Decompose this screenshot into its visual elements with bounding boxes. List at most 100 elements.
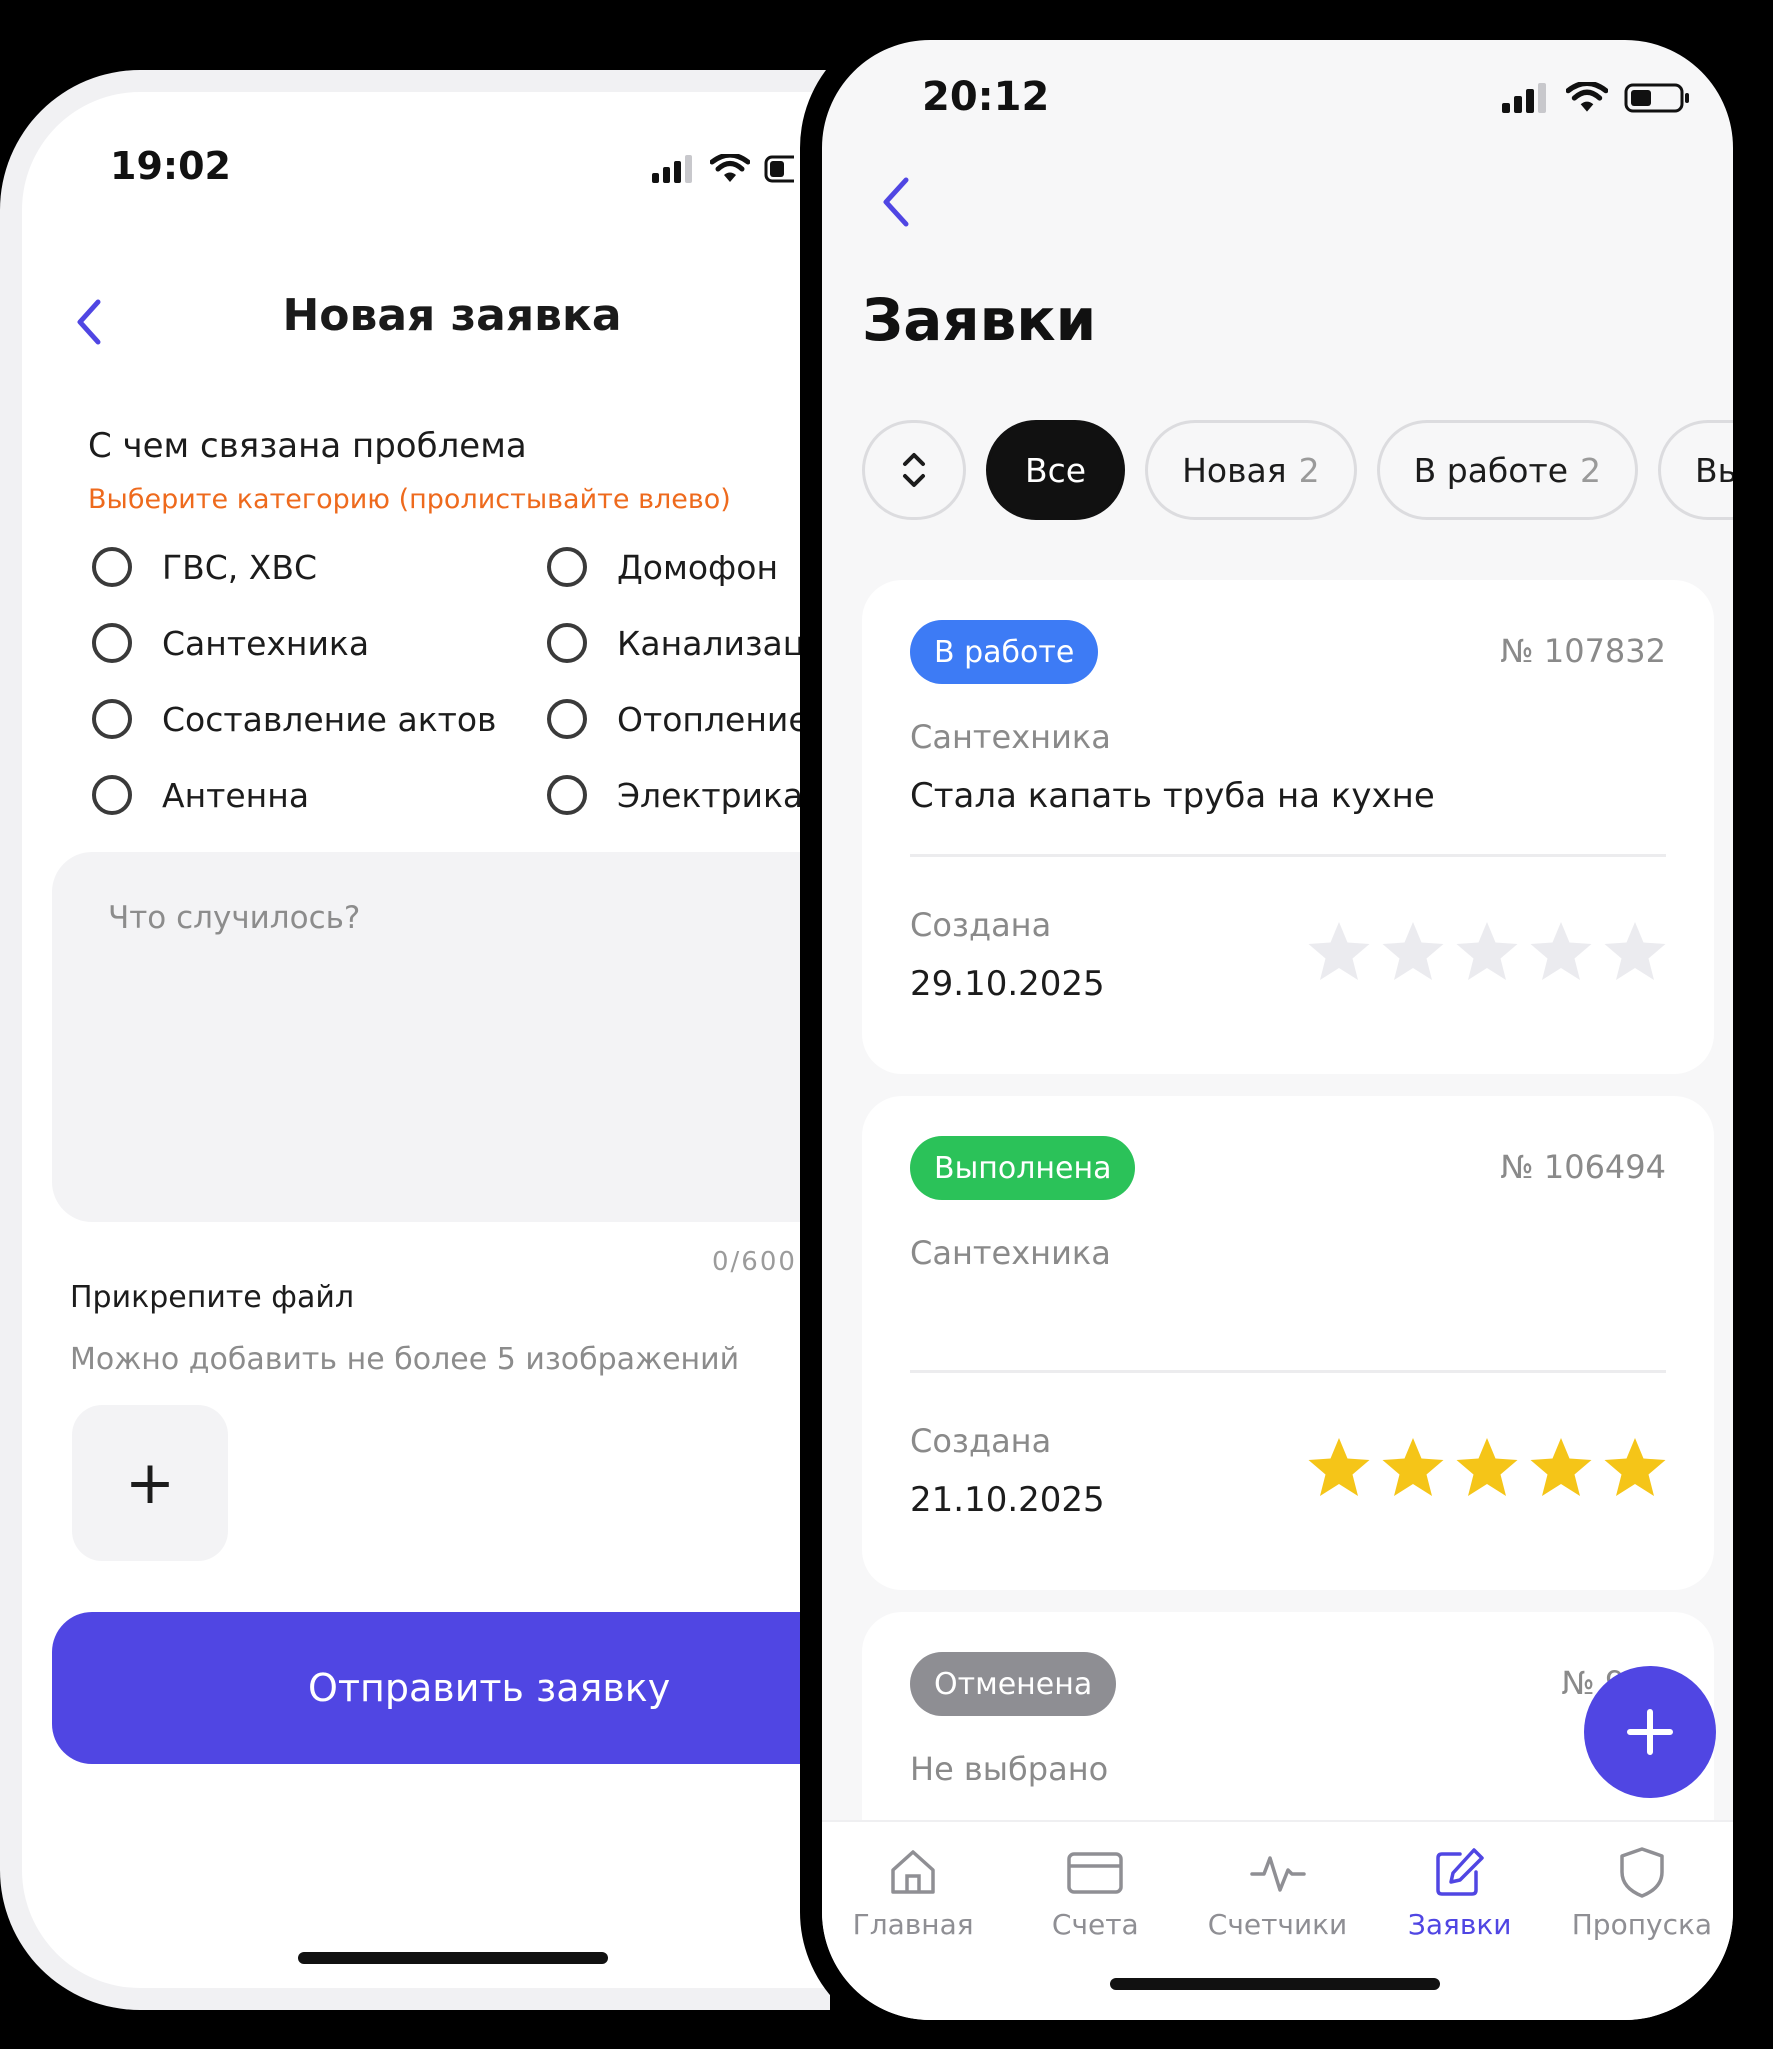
wifi-icon [1566, 82, 1608, 112]
star-empty-icon[interactable] [1452, 916, 1522, 986]
tab-label: Главная [852, 1908, 974, 1941]
created-label: Создана [910, 1422, 1052, 1460]
star-filled-icon[interactable] [1600, 1432, 1670, 1502]
filter-completed[interactable]: Выпол [1658, 420, 1744, 520]
category-label: Сантехника [162, 623, 370, 663]
category-option-acts[interactable]: Составление актов [92, 699, 497, 739]
radio-button[interactable] [92, 699, 132, 739]
page-title: Заявки [862, 286, 1097, 354]
tab-bills[interactable]: Счета [1004, 1822, 1186, 2020]
pulse-icon [1249, 1856, 1306, 1892]
category-option-plumbing[interactable]: Сантехника [92, 623, 369, 663]
request-description: Стала капать труба на кухне [910, 776, 1435, 816]
category-option-sewerage[interactable]: Канализаци [547, 623, 827, 663]
status-icons [652, 154, 794, 184]
category-question: С чем связана проблема [88, 426, 527, 466]
tab-label: Счетчики [1207, 1908, 1348, 1941]
filter-new[interactable]: Новая 2 [1145, 420, 1357, 520]
category-option-heating[interactable]: Отопление [547, 699, 809, 739]
status-badge: Отменена [910, 1652, 1117, 1716]
battery-icon [764, 155, 794, 183]
category-option-intercom[interactable]: Домофон [547, 547, 778, 587]
category-label: Отопление [617, 699, 809, 739]
filter-label: Выпол [1695, 450, 1744, 490]
tab-label: Счета [1051, 1908, 1139, 1941]
problem-description-input[interactable]: Что случилось? [52, 852, 830, 1222]
filter-label: В работе [1413, 450, 1568, 490]
status-time: 20:12 [922, 74, 1050, 120]
request-number: № 107832 [1500, 632, 1666, 670]
home-icon [891, 1850, 935, 1894]
add-request-button[interactable] [1584, 1666, 1716, 1798]
radio-button[interactable] [547, 547, 587, 587]
star-filled-icon[interactable] [1526, 1432, 1596, 1502]
tab-home[interactable]: Главная [822, 1822, 1004, 2020]
plus-icon [1627, 1709, 1673, 1755]
sort-button[interactable] [862, 420, 966, 520]
status-badge: В работе [910, 620, 1099, 684]
tab-requests[interactable]: Заявки [1369, 1822, 1551, 2020]
request-card[interactable]: Выполнена № 106494 Сантехника Создана 21… [862, 1096, 1714, 1590]
radio-button[interactable] [547, 699, 587, 739]
divider [910, 854, 1666, 857]
star-empty-icon[interactable] [1600, 916, 1670, 986]
back-button[interactable] [870, 170, 920, 234]
category-label: Канализаци [617, 623, 827, 663]
status-time: 19:02 [110, 144, 231, 188]
filter-bar: Все Новая 2 В работе 2 Выпол [862, 420, 1744, 520]
request-category: Сантехника [910, 1234, 1111, 1272]
category-option-electrics[interactable]: Электрика [547, 775, 803, 815]
rating-stars[interactable] [1304, 916, 1670, 986]
category-option-gvs-hvs[interactable]: ГВС, ХВС [92, 547, 317, 587]
shield-icon [1620, 1847, 1664, 1898]
star-filled-icon[interactable] [1304, 1432, 1374, 1502]
filter-count: 2 [1298, 450, 1320, 490]
radio-button[interactable] [92, 623, 132, 663]
category-label: Составление актов [162, 699, 497, 739]
radio-button[interactable] [547, 775, 587, 815]
filter-count: 2 [1580, 450, 1601, 490]
category-label: Домофон [617, 547, 779, 587]
star-empty-icon[interactable] [1526, 916, 1596, 986]
created-date: 21.10.2025 [910, 1480, 1105, 1520]
edit-icon [1435, 1848, 1484, 1896]
radio-button[interactable] [547, 623, 587, 663]
category-hint: Выберите категорию (пролистывайте влево) [88, 484, 731, 515]
star-empty-icon[interactable] [1304, 916, 1374, 986]
filter-all[interactable]: Все [986, 420, 1126, 520]
created-date: 29.10.2025 [910, 964, 1105, 1004]
signal-icon [652, 155, 692, 183]
rating-stars[interactable] [1304, 1432, 1670, 1502]
radio-button[interactable] [92, 775, 132, 815]
attach-title: Прикрепите файл [70, 1280, 355, 1315]
page-title: Новая заявка [282, 290, 622, 341]
home-indicator [298, 1952, 608, 1964]
radio-button[interactable] [92, 547, 132, 587]
category-label: ГВС, ХВС [162, 547, 318, 587]
category-option-antenna[interactable]: Антенна [92, 775, 309, 815]
textarea-placeholder: Что случилось? [108, 900, 361, 936]
new-request-screen: 19:02 Новая заявка С чем связана проблем… [0, 70, 830, 2010]
battery-icon [1624, 83, 1689, 113]
request-number: № 106494 [1500, 1148, 1666, 1186]
tab-passes[interactable]: Пропуска [1551, 1822, 1733, 2020]
status-badge: Выполнена [910, 1136, 1136, 1200]
status-icons [1502, 82, 1690, 114]
attach-subtitle: Можно добавить не более 5 изображений [70, 1342, 740, 1377]
tab-label: Заявки [1407, 1908, 1512, 1941]
star-filled-icon[interactable] [1452, 1432, 1522, 1502]
filter-label: Все [1025, 450, 1087, 490]
requests-screen: 20:12 Заявки Все Новая 2 В работе 2 Вы В… [800, 18, 1755, 2042]
home-indicator [1110, 1978, 1440, 1990]
request-category: Сантехника [910, 718, 1111, 756]
filter-in-progress[interactable]: В работе 2 [1376, 420, 1638, 520]
request-card[interactable]: В работе № 107832 Сантехника Стала капат… [862, 580, 1714, 1074]
star-filled-icon[interactable] [1378, 1432, 1448, 1502]
submit-request-button[interactable]: Отправить заявку [52, 1612, 830, 1764]
wifi-icon [710, 154, 750, 182]
add-file-button[interactable]: + [72, 1405, 228, 1561]
category-label: Электрика [617, 775, 804, 815]
star-empty-icon[interactable] [1378, 916, 1448, 986]
request-category: Не выбрано [910, 1750, 1109, 1788]
tab-meters[interactable]: Счетчики [1186, 1822, 1368, 2020]
